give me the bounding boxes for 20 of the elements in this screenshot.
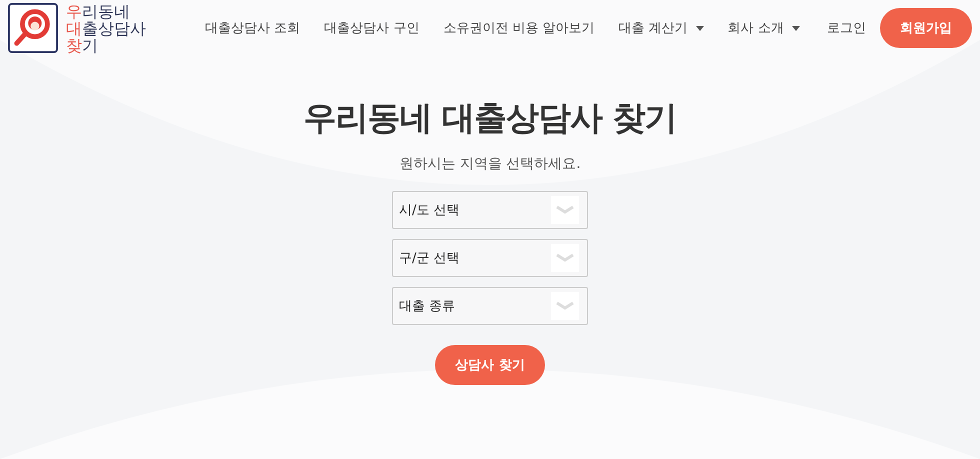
chevron-down-icon bbox=[551, 196, 579, 224]
subtitle: 원하시는 지역을 선택하세요. bbox=[399, 155, 581, 173]
select-field[interactable]: 대출 종류 bbox=[392, 287, 588, 325]
nav-link[interactable]: 대출상담사 구인 bbox=[312, 19, 432, 37]
magnifier-logo-icon[interactable] bbox=[8, 3, 58, 53]
select-field[interactable]: 시/도 선택 bbox=[392, 191, 588, 229]
logo-text: 우리동네 bbox=[66, 2, 131, 20]
select-field[interactable]: 구/군 선택 bbox=[392, 239, 588, 277]
logo-text: 찾기 bbox=[66, 36, 98, 54]
page-title: 우리동네 대출상담사 찾기 bbox=[304, 97, 676, 139]
nav-dropdown[interactable]: 회사 소개 bbox=[716, 19, 812, 37]
nav-link[interactable]: 소유권이전 비용 알아보기 bbox=[431, 19, 607, 37]
login-link[interactable]: 로그인 bbox=[827, 19, 866, 37]
logo-text: 대출상담사 bbox=[66, 20, 146, 36]
caret-icon bbox=[696, 26, 704, 30]
chevron-down-icon bbox=[551, 292, 579, 320]
caret-icon bbox=[792, 26, 800, 30]
nav-link[interactable]: 대출상담사 조회 bbox=[193, 19, 312, 37]
chevron-down-icon bbox=[551, 244, 579, 272]
nav-dropdown[interactable]: 대출 계산기 bbox=[606, 19, 716, 37]
